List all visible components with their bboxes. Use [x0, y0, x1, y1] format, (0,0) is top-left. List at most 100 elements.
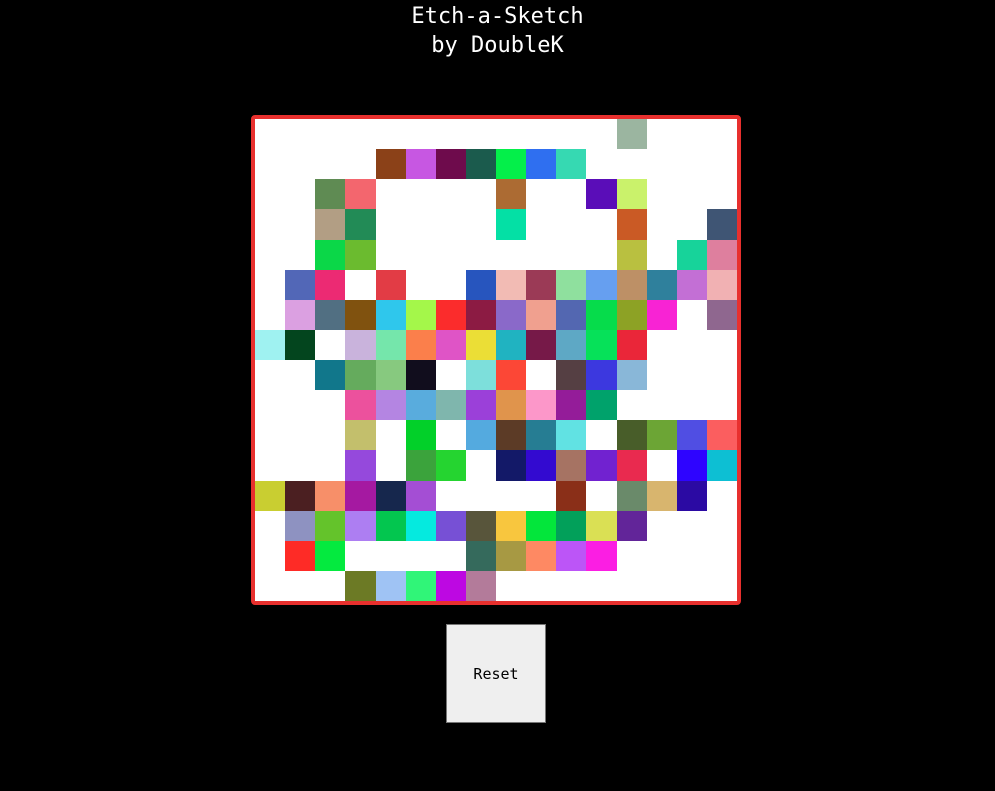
grid-cell[interactable] [556, 239, 587, 270]
grid-cell[interactable] [676, 450, 707, 481]
grid-cell[interactable] [285, 329, 316, 360]
grid-cell[interactable] [345, 299, 376, 330]
grid-cell[interactable] [496, 149, 527, 180]
grid-cell[interactable] [556, 209, 587, 240]
grid-cell[interactable] [405, 390, 436, 421]
grid-cell[interactable] [706, 360, 737, 391]
grid-cell[interactable] [676, 420, 707, 451]
grid-cell[interactable] [435, 119, 466, 150]
grid-cell[interactable] [586, 450, 617, 481]
grid-cell[interactable] [526, 179, 557, 210]
grid-cell[interactable] [616, 239, 647, 270]
grid-cell[interactable] [646, 179, 677, 210]
grid-cell[interactable] [586, 360, 617, 391]
grid-cell[interactable] [435, 329, 466, 360]
grid-cell[interactable] [255, 540, 286, 571]
grid-cell[interactable] [315, 329, 346, 360]
grid-cell[interactable] [255, 149, 286, 180]
grid-cell[interactable] [496, 179, 527, 210]
grid-cell[interactable] [646, 329, 677, 360]
grid-cell[interactable] [345, 570, 376, 601]
grid-cell[interactable] [435, 179, 466, 210]
grid-cell[interactable] [285, 510, 316, 541]
grid-cell[interactable] [496, 510, 527, 541]
grid-cell[interactable] [526, 480, 557, 511]
grid-cell[interactable] [405, 179, 436, 210]
grid-cell[interactable] [375, 299, 406, 330]
grid-cell[interactable] [706, 450, 737, 481]
grid-cell[interactable] [496, 420, 527, 451]
grid-cell[interactable] [375, 239, 406, 270]
grid-cell[interactable] [315, 570, 346, 601]
grid-cell[interactable] [315, 239, 346, 270]
grid-cell[interactable] [345, 209, 376, 240]
grid-cell[interactable] [676, 540, 707, 571]
grid-cell[interactable] [496, 269, 527, 300]
grid-cell[interactable] [586, 540, 617, 571]
grid-cell[interactable] [375, 329, 406, 360]
grid-cell[interactable] [676, 390, 707, 421]
grid-cell[interactable] [526, 570, 557, 601]
grid-cell[interactable] [706, 390, 737, 421]
grid-cell[interactable] [255, 179, 286, 210]
grid-cell[interactable] [616, 390, 647, 421]
grid-cell[interactable] [345, 360, 376, 391]
grid-cell[interactable] [345, 239, 376, 270]
grid-cell[interactable] [285, 420, 316, 451]
grid-cell[interactable] [646, 570, 677, 601]
grid-cell[interactable] [586, 480, 617, 511]
grid-cell[interactable] [375, 480, 406, 511]
grid-cell[interactable] [375, 390, 406, 421]
grid-cell[interactable] [345, 480, 376, 511]
grid-cell[interactable] [315, 209, 346, 240]
sketch-grid[interactable] [251, 115, 741, 605]
grid-cell[interactable] [556, 450, 587, 481]
grid-cell[interactable] [706, 119, 737, 150]
grid-cell[interactable] [616, 329, 647, 360]
grid-cell[interactable] [556, 420, 587, 451]
grid-cell[interactable] [255, 420, 286, 451]
grid-cell[interactable] [556, 480, 587, 511]
grid-cell[interactable] [285, 149, 316, 180]
grid-cell[interactable] [345, 510, 376, 541]
grid-cell[interactable] [676, 179, 707, 210]
grid-cell[interactable] [435, 480, 466, 511]
grid-cell[interactable] [706, 570, 737, 601]
grid-cell[interactable] [255, 510, 286, 541]
grid-cell[interactable] [285, 390, 316, 421]
grid-cell[interactable] [405, 450, 436, 481]
grid-cell[interactable] [255, 450, 286, 481]
grid-cell[interactable] [405, 480, 436, 511]
grid-cell[interactable] [375, 269, 406, 300]
grid-cell[interactable] [676, 299, 707, 330]
grid-cell[interactable] [345, 540, 376, 571]
grid-cell[interactable] [526, 360, 557, 391]
grid-cell[interactable] [496, 329, 527, 360]
grid-cell[interactable] [496, 480, 527, 511]
grid-cell[interactable] [465, 540, 496, 571]
grid-cell[interactable] [706, 179, 737, 210]
grid-cell[interactable] [556, 269, 587, 300]
grid-cell[interactable] [435, 570, 466, 601]
grid-cell[interactable] [435, 360, 466, 391]
grid-cell[interactable] [255, 329, 286, 360]
grid-cell[interactable] [496, 540, 527, 571]
grid-cell[interactable] [526, 149, 557, 180]
grid-cell[interactable] [616, 420, 647, 451]
grid-cell[interactable] [435, 540, 466, 571]
grid-cell[interactable] [435, 510, 466, 541]
grid-cell[interactable] [586, 329, 617, 360]
grid-cell[interactable] [405, 269, 436, 300]
grid-cell[interactable] [375, 510, 406, 541]
grid-cell[interactable] [616, 450, 647, 481]
grid-cell[interactable] [676, 239, 707, 270]
grid-cell[interactable] [375, 209, 406, 240]
grid-cell[interactable] [616, 480, 647, 511]
grid-cell[interactable] [616, 179, 647, 210]
grid-cell[interactable] [616, 149, 647, 180]
grid-cell[interactable] [616, 510, 647, 541]
grid-cell[interactable] [465, 390, 496, 421]
grid-cell[interactable] [285, 119, 316, 150]
grid-cell[interactable] [255, 299, 286, 330]
grid-cell[interactable] [616, 540, 647, 571]
